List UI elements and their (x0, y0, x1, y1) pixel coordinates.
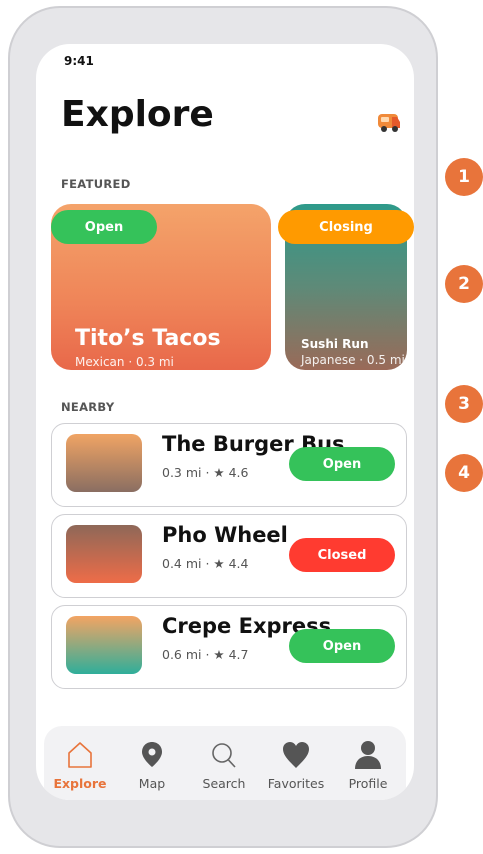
item-name: Pho Wheel (162, 523, 288, 547)
annotation-badge-3: 3 (445, 385, 483, 423)
tab-map[interactable]: Map (116, 726, 188, 800)
status-badge-closed: Closed (289, 538, 395, 572)
status-time: 9:41 (64, 54, 94, 68)
heart-icon (282, 740, 310, 770)
thumbnail (66, 525, 142, 583)
tab-profile[interactable]: Profile (332, 726, 404, 800)
nearby-label: NEARBY (61, 400, 115, 414)
page-title: Explore (61, 94, 214, 135)
search-icon (210, 740, 238, 770)
home-icon (66, 740, 94, 770)
item-meta: 0.6 mi · ★ 4.7 (162, 647, 249, 662)
featured-subtitle: Mexican · 0.3 mi (75, 355, 174, 369)
tab-explore[interactable]: Explore (44, 726, 116, 800)
annotation-badge-4: 4 (445, 454, 483, 492)
screen: 9:41 Explore FEATURED Tito’s Tacos Mexic… (36, 44, 414, 800)
tab-bar: Explore Map Search Favorites Profile (44, 726, 406, 800)
thumbnail (66, 616, 142, 674)
tab-label: Search (202, 776, 246, 791)
tab-label: Explore (53, 776, 107, 791)
annotation-badge-2: 2 (445, 265, 483, 303)
food-truck-icon[interactable] (376, 109, 402, 135)
featured-name: Sushi Run (301, 337, 369, 351)
tab-label: Map (138, 776, 166, 791)
tab-label: Profile (348, 776, 388, 791)
phone-frame: 9:41 Explore FEATURED Tito’s Tacos Mexic… (8, 6, 438, 848)
map-pin-icon (138, 740, 166, 770)
status-badge-open: Open (289, 447, 395, 481)
list-item-pho-wheel[interactable]: Pho Wheel 0.4 mi · ★ 4.4 Closed (51, 514, 407, 598)
list-item-the-burger-bus[interactable]: The Burger Bus 0.3 mi · ★ 4.6 Open (51, 423, 407, 507)
featured-subtitle: Japanese · 0.5 mi (301, 353, 405, 367)
tab-search[interactable]: Search (188, 726, 260, 800)
item-meta: 0.3 mi · ★ 4.6 (162, 465, 249, 480)
list-item-crepe-express[interactable]: Crepe Express 0.6 mi · ★ 4.7 Open (51, 605, 407, 689)
status-badge-open: Open (289, 629, 395, 663)
featured-label: FEATURED (61, 177, 131, 191)
item-meta: 0.4 mi · ★ 4.4 (162, 556, 249, 571)
tab-favorites[interactable]: Favorites (260, 726, 332, 800)
status-badge-open: Open (51, 210, 157, 244)
annotation-badge-1: 1 (445, 158, 483, 196)
featured-name: Tito’s Tacos (75, 326, 221, 351)
person-icon (354, 740, 382, 770)
status-badge-closing: Closing (278, 210, 414, 244)
thumbnail (66, 434, 142, 492)
tab-label: Favorites (267, 776, 325, 791)
